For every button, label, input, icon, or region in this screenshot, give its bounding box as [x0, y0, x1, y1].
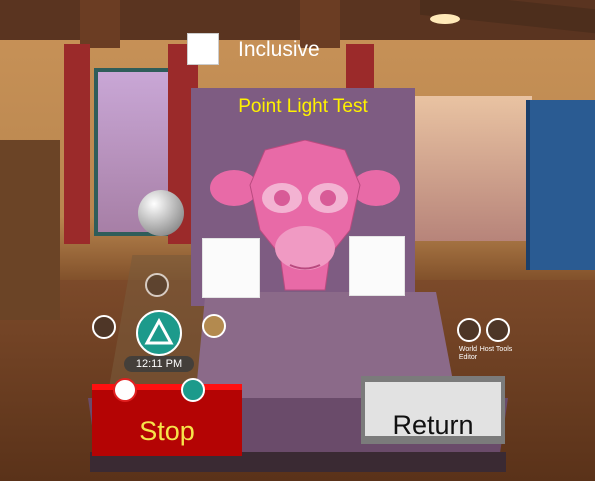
- white-cube-right: [349, 236, 405, 296]
- bookshelf: [0, 140, 60, 320]
- clock-time: 12:11 PM: [124, 356, 194, 372]
- triangle-icon: [144, 317, 174, 345]
- main-menu-button[interactable]: [136, 310, 182, 356]
- return-button[interactable]: Return: [361, 376, 505, 444]
- world-editor-icon[interactable]: [457, 318, 481, 342]
- return-label: Return: [392, 410, 474, 440]
- white-cube-left: [202, 238, 260, 298]
- record-icon[interactable]: [113, 378, 137, 402]
- host-tools-label: Host Tools: [479, 346, 513, 353]
- ceiling-light: [430, 14, 460, 24]
- avatar-icon[interactable]: [202, 314, 226, 338]
- window-right: [412, 96, 532, 241]
- ceiling-beam: [80, 0, 120, 48]
- move-icon[interactable]: [181, 378, 205, 402]
- emoji-menu-icon[interactable]: [92, 315, 116, 339]
- stop-label: Stop: [139, 416, 195, 446]
- inclusive-checkbox[interactable]: [187, 33, 219, 65]
- panel-title: Point Light Test: [238, 96, 368, 117]
- gray-sphere: [138, 190, 184, 236]
- inclusive-label: Inclusive: [238, 38, 320, 61]
- curtain: [64, 44, 90, 244]
- location-pin-icon[interactable]: [145, 273, 169, 297]
- blue-door: [526, 100, 595, 270]
- host-tools-icon[interactable]: [486, 318, 510, 342]
